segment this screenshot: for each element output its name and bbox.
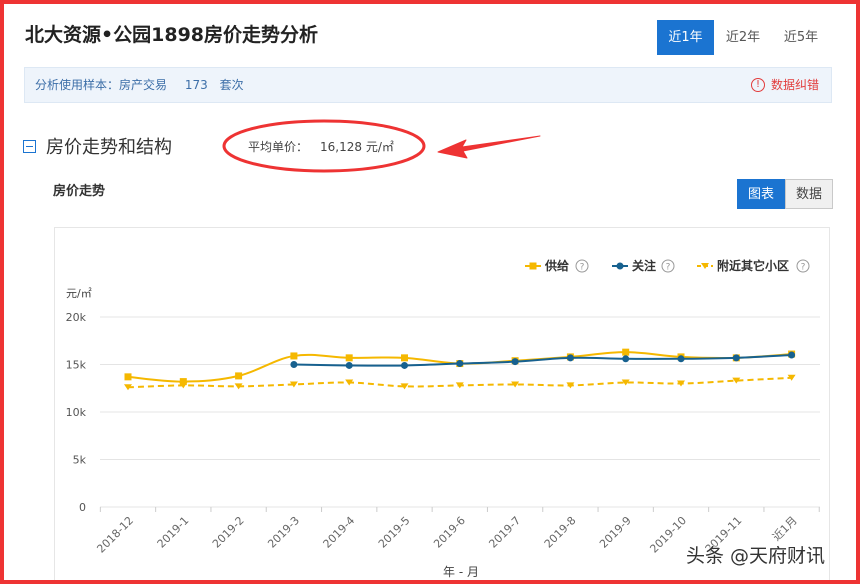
x-tick-label: 2019-9 <box>597 514 634 551</box>
data-point <box>345 354 353 362</box>
data-point <box>677 355 685 363</box>
x-tick-label: 近1月 <box>770 514 800 544</box>
series-layer <box>124 348 796 391</box>
legend-item[interactable]: 关注? <box>612 258 675 273</box>
data-point <box>788 351 796 359</box>
data-point <box>345 361 353 369</box>
data-point <box>622 355 630 363</box>
x-tick-label: 2019-7 <box>486 514 523 551</box>
data-point <box>179 378 187 386</box>
y-tick-label: 5k <box>73 454 87 467</box>
legend-item[interactable]: 附近其它小区? <box>697 258 810 273</box>
series-nearby <box>124 374 796 391</box>
price-trend-chart: 0 5k 10k 15k 20k 元/㎡ 2018-12 2019-1 2019-2 2019-3… <box>66 258 820 579</box>
y-tick-label: 15k <box>66 359 87 372</box>
x-tick-label: 2019-6 <box>431 514 468 551</box>
x-tick-label: 2019-1 <box>155 514 192 551</box>
legend-swatch-marker <box>529 262 537 270</box>
data-point <box>124 373 132 381</box>
legend-swatch-marker <box>616 262 624 270</box>
y-tick-label: 0 <box>79 501 86 514</box>
data-point <box>235 372 243 380</box>
data-point <box>401 361 408 369</box>
data-point <box>290 352 298 360</box>
data-point <box>511 358 519 366</box>
help-icon-glyph: ? <box>666 263 671 273</box>
x-tick-label: 2019-3 <box>265 514 302 551</box>
y-axis-label: 元/㎡ <box>66 287 92 300</box>
grid-layer <box>99 316 820 512</box>
x-tick-label: 2019-5 <box>376 514 413 551</box>
data-point <box>732 354 740 362</box>
data-point <box>622 348 630 356</box>
legend-label: 附近其它小区 <box>717 258 789 273</box>
help-icon-glyph: ? <box>580 263 585 273</box>
x-tick-label: 2019-2 <box>210 514 247 551</box>
data-point <box>566 354 574 362</box>
data-point <box>401 354 408 362</box>
series-attention <box>290 351 796 369</box>
legend-layer: 供给? 关注? 附近其它小区? <box>525 258 810 273</box>
x-axis-label: 年 - 月 <box>443 565 479 579</box>
y-tick-label: 20k <box>66 311 87 324</box>
watermark: 头条 @天府财讯 <box>686 545 826 567</box>
x-tick-label: 2019-8 <box>542 514 579 551</box>
data-point <box>290 361 298 368</box>
data-point <box>456 360 464 368</box>
x-tick-label: 2019-4 <box>321 514 358 551</box>
axis-layer: 0 5k 10k 15k 20k 元/㎡ 2018-12 2019-1 2019-2 2019-3… <box>66 287 800 579</box>
legend-label: 关注 <box>632 258 656 273</box>
help-icon-glyph: ? <box>801 263 806 273</box>
y-tick-label: 10k <box>66 406 87 419</box>
legend-item[interactable]: 供给? <box>525 258 589 273</box>
x-tick-label: 2019-10 <box>647 514 689 556</box>
legend-label: 供给 <box>544 258 569 273</box>
x-tick-label: 2018-12 <box>94 514 136 556</box>
